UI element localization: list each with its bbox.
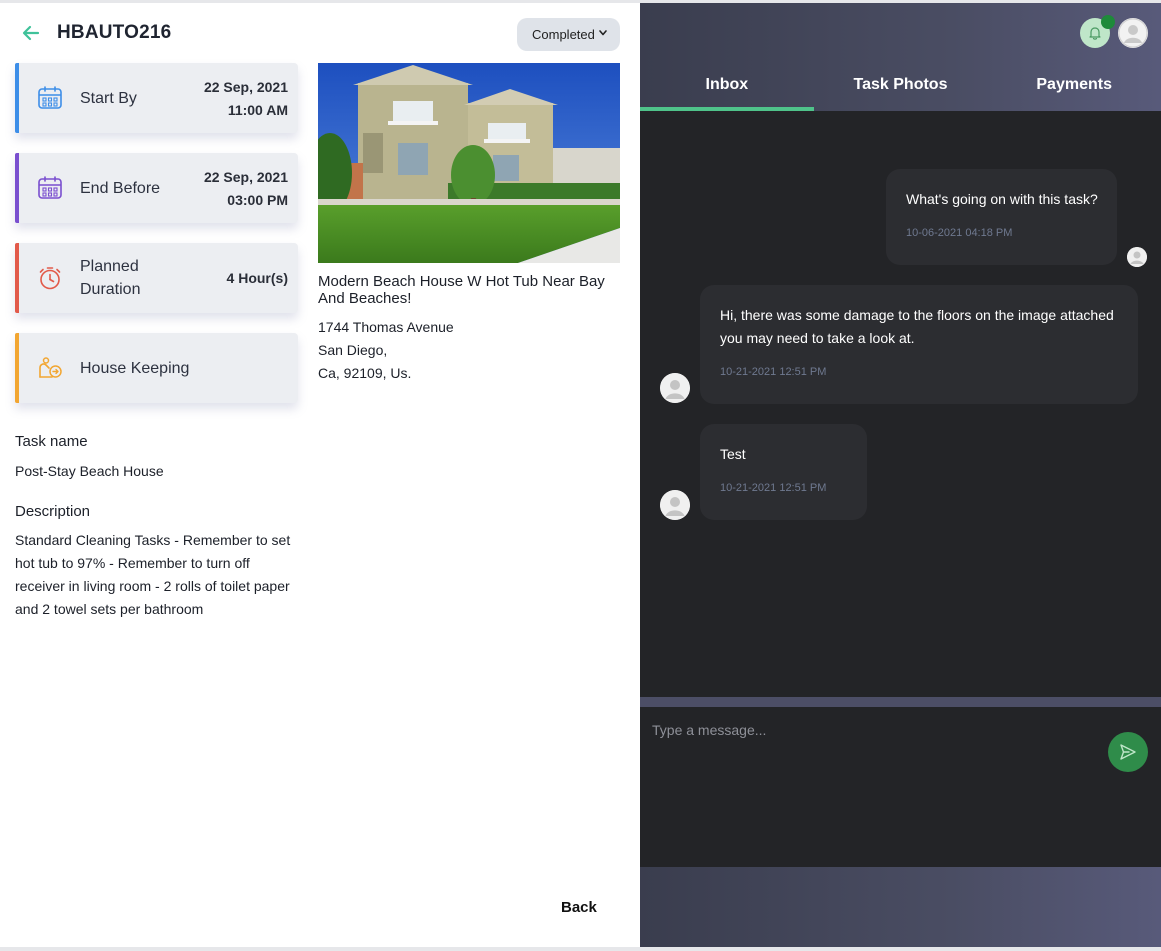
- start-by-label: Start By: [80, 90, 137, 107]
- planned-duration-label-line1: Planned: [80, 258, 139, 275]
- message-bubble: What's going on with this task? 10-06-20…: [886, 169, 1117, 265]
- task-name-label: Task name: [15, 433, 88, 450]
- user-avatar[interactable]: [1118, 18, 1148, 48]
- sender-avatar-icon: [660, 490, 690, 520]
- tab-task-photos[interactable]: Task Photos: [814, 65, 988, 111]
- back-button[interactable]: Back: [561, 899, 597, 916]
- task-detail-panel: HBAUTO216 Completed Start By 22 Sep, 202…: [0, 3, 640, 947]
- start-by-date: 22 Sep, 2021: [203, 79, 288, 95]
- end-before-value: 22 Sep, 2021 03:00 PM: [204, 166, 288, 212]
- message-text: What's going on with this task?: [906, 191, 1098, 207]
- tab-payments[interactable]: Payments: [987, 65, 1161, 111]
- status-dropdown-value: Completed: [532, 27, 595, 42]
- message-timestamp: 10-21-2021 12:51 PM: [720, 482, 827, 494]
- stopwatch-icon: [39, 267, 61, 290]
- property-photo: [318, 63, 620, 263]
- end-before-date: 22 Sep, 2021: [203, 169, 288, 185]
- back-arrow-icon[interactable]: [20, 22, 42, 44]
- end-before-card: End Before 22 Sep, 2021 03:00 PM: [15, 153, 298, 223]
- card-accent-bar: [15, 153, 19, 223]
- chat-panel: Inbox Task Photos Payments What's going …: [640, 3, 1161, 947]
- sender-avatar-icon: [1127, 247, 1147, 267]
- message-bubble: Test 10-21-2021 12:51 PM: [700, 424, 867, 520]
- chat-tabs: Inbox Task Photos Payments: [640, 65, 1161, 111]
- description-value: Standard Cleaning Tasks - Remember to se…: [15, 532, 291, 617]
- address-line-2: San Diego,: [318, 342, 388, 358]
- chevron-down-icon: [599, 30, 607, 36]
- tab-inbox[interactable]: Inbox: [640, 65, 814, 111]
- end-before-label: End Before: [80, 180, 161, 197]
- start-by-card: Start By 22 Sep, 2021 11:00 AM: [15, 63, 298, 133]
- planned-duration-card: Planned Duration 4 Hour(s): [15, 243, 298, 313]
- sender-avatar-icon: [660, 373, 690, 403]
- message-composer: [640, 707, 1161, 867]
- start-by-value: 22 Sep, 2021 11:00 AM: [204, 76, 288, 122]
- message-bubble: Hi, there was some damage to the floors …: [700, 285, 1138, 404]
- housekeeping-card: House Keeping: [15, 333, 298, 403]
- task-name-value: Post-Stay Beach House: [15, 463, 164, 479]
- planned-duration-label-line2: Duration: [80, 281, 141, 298]
- user-avatar-icon: [1118, 18, 1148, 48]
- address-line-3: Ca, 92109, Us.: [318, 365, 412, 381]
- message-timestamp: 10-06-2021 04:18 PM: [906, 227, 1013, 239]
- planned-duration-label: Planned Duration: [80, 255, 140, 301]
- bell-icon: [1089, 27, 1101, 40]
- start-by-time: 11:00 AM: [227, 102, 288, 118]
- description-label: Description: [15, 503, 91, 520]
- address-line-1: 1744 Thomas Avenue: [318, 319, 454, 335]
- send-icon: [1120, 744, 1136, 760]
- chat-header: Inbox Task Photos Payments: [640, 3, 1161, 111]
- card-accent-bar: [15, 333, 19, 403]
- send-button[interactable]: [1108, 732, 1148, 772]
- message-text: Hi, there was some damage to the floors …: [720, 307, 1114, 346]
- housekeeping-icon: [39, 357, 62, 378]
- message-timestamp: 10-21-2021 12:51 PM: [720, 366, 827, 378]
- property-title: Modern Beach House W Hot Tub Near Bay An…: [318, 273, 605, 307]
- notification-dot: [1101, 15, 1115, 29]
- housekeeping-label: House Keeping: [80, 360, 190, 377]
- calendar-icon: [38, 176, 62, 199]
- message-input[interactable]: [652, 719, 1092, 741]
- chat-footer: [640, 867, 1161, 947]
- end-before-time: 03:00 PM: [227, 192, 288, 208]
- task-code-title: HBAUTO216: [57, 22, 172, 43]
- composer-divider: [640, 697, 1161, 707]
- card-accent-bar: [15, 63, 19, 133]
- calendar-icon: [38, 86, 62, 109]
- planned-duration-value: 4 Hour(s): [226, 270, 288, 286]
- status-dropdown[interactable]: Completed: [517, 18, 620, 51]
- message-text: Test: [720, 446, 746, 462]
- card-accent-bar: [15, 243, 19, 313]
